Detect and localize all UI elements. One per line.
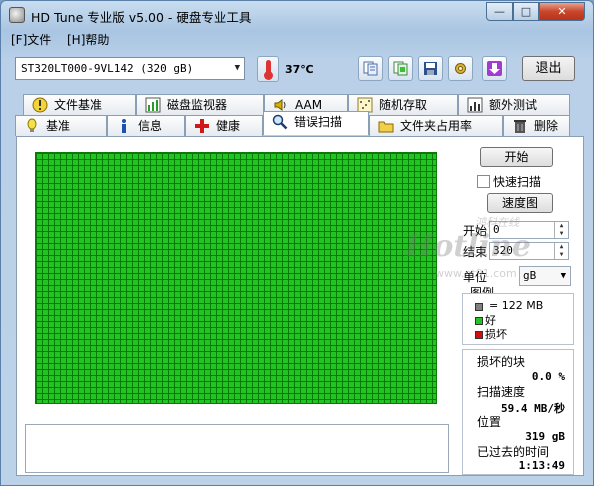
damaged-blocks-value: 0.0 % <box>531 370 565 383</box>
tab-error-scan[interactable]: 错误扫描 <box>263 111 369 135</box>
spin-down-icon[interactable]: ▼ <box>554 230 568 238</box>
end-label: 结束 <box>463 245 488 259</box>
end-position-input[interactable]: 320 ▲ ▼ <box>489 242 569 260</box>
tab-folder-usage[interactable]: 文件夹占用率 <box>369 115 503 136</box>
spin-up-icon[interactable]: ▲ <box>554 222 568 230</box>
damaged-blocks-label: 损坏的块 <box>477 355 526 369</box>
info-icon <box>122 119 126 133</box>
legend: = 122 MB 好 损坏 <box>462 293 574 345</box>
copy-text-button[interactable] <box>358 56 383 81</box>
start-position-input[interactable]: 0 ▲ ▼ <box>489 221 569 239</box>
scan-speed-label: 扫描速度 <box>477 385 526 399</box>
position-value: 319 gB <box>525 430 565 443</box>
tab-benchmark[interactable]: 基准 <box>15 115 107 136</box>
extra-tests-icon <box>467 97 483 113</box>
tab-erase[interactable]: 删除 <box>503 115 570 136</box>
unit-label: 单位 <box>463 270 488 284</box>
exit-button[interactable]: 退出 <box>522 56 575 81</box>
block-map <box>35 152 437 404</box>
drive-select-value: ST320LT000-9VL142 (320 gB) <box>21 62 194 75</box>
drive-select[interactable]: ST320LT000-9VL142 (320 gB) ▼ <box>15 57 245 80</box>
options-button[interactable] <box>448 56 473 81</box>
tab-info[interactable]: 信息 <box>107 115 185 136</box>
block-grid <box>35 152 437 404</box>
disk-monitor-icon <box>145 97 161 113</box>
window-title: HD Tune 专业版 v5.00 - 硬盘专业工具 <box>31 10 252 25</box>
speed-map-button[interactable]: 速度图 <box>487 193 553 213</box>
menu-help[interactable]: [H]帮助 <box>67 31 109 48</box>
copy-screenshot-button[interactable] <box>388 56 413 81</box>
legend-damaged: 损坏 <box>485 328 507 341</box>
tab-file-benchmark[interactable]: 文件基准 <box>23 94 136 115</box>
copy-screenshot-icon <box>393 61 408 76</box>
start-scan-button[interactable]: 开始 <box>480 147 553 167</box>
maximize-button[interactable]: □ <box>513 2 539 21</box>
legend-size: = 122 MB <box>489 299 544 312</box>
file-benchmark-icon <box>32 97 48 113</box>
menu-file[interactable]: [F]文件 <box>11 31 51 48</box>
minimize-button[interactable]: — <box>486 2 513 21</box>
trash-icon <box>514 120 526 133</box>
benchmark-icon <box>27 118 37 132</box>
save-button[interactable] <box>418 56 443 81</box>
temperature-readout: 37℃ <box>285 63 314 76</box>
legend-swatch-size <box>475 303 483 311</box>
scan-stats: 损坏的块 0.0 % 扫描速度 59.4 MB/秒 位置 319 gB 已过去的… <box>462 349 574 475</box>
scan-speed-value: 59.4 MB/秒 <box>501 402 565 415</box>
title-bar[interactable]: HD Tune 专业版 v5.00 - 硬盘专业工具 — □ ✕ <box>1 1 593 29</box>
thermometer-icon <box>257 56 279 82</box>
app-window: HD Tune 专业版 v5.00 - 硬盘专业工具 — □ ✕ [F]文件 [… <box>0 0 594 486</box>
tab-disk-monitor[interactable]: 磁盘监视器 <box>136 94 264 115</box>
chevron-down-icon: ▼ <box>560 271 566 281</box>
log-area[interactable] <box>25 424 449 473</box>
position-label: 位置 <box>477 415 502 429</box>
legend-swatch-damaged <box>475 331 483 339</box>
spin-down-icon[interactable]: ▼ <box>554 251 568 259</box>
tab-health[interactable]: 健康 <box>185 115 263 136</box>
tab-bar: 文件基准 磁盘监视器 AAM 随机存取 额外测试 基准 信息 健康 错误扫描 文… <box>15 93 583 137</box>
download-icon <box>487 61 502 76</box>
spin-up-icon[interactable]: ▲ <box>554 243 568 251</box>
legend-swatch-good <box>475 317 483 325</box>
start-label: 开始 <box>463 224 488 238</box>
chevron-down-icon: ▼ <box>234 63 240 73</box>
error-scan-icon <box>272 114 288 130</box>
options-icon <box>455 63 466 74</box>
copy-text-icon <box>363 61 378 76</box>
quick-scan-checkbox[interactable] <box>477 175 490 188</box>
folder-icon <box>378 121 394 133</box>
toolbar: ST320LT000-9VL142 (320 gB) ▼ 37℃ 退出 <box>1 51 593 89</box>
app-disk-icon <box>9 7 25 23</box>
unit-select[interactable]: gB ▼ <box>519 266 571 286</box>
elapsed-time-label: 已过去的时间 <box>477 445 550 459</box>
close-button[interactable]: ✕ <box>539 2 585 21</box>
tab-extra-tests[interactable]: 额外测试 <box>458 94 570 115</box>
health-icon <box>195 119 209 133</box>
download-button[interactable] <box>482 56 507 81</box>
elapsed-time-value: 1:13:49 <box>518 459 565 472</box>
save-icon <box>424 62 437 75</box>
quick-scan-label: 快速扫描 <box>493 175 542 189</box>
error-scan-panel: 开始 快速扫描 速度图 开始 0 ▲ ▼ 结束 320 ▲ ▼ 单位 gB ▼ … <box>16 136 584 476</box>
